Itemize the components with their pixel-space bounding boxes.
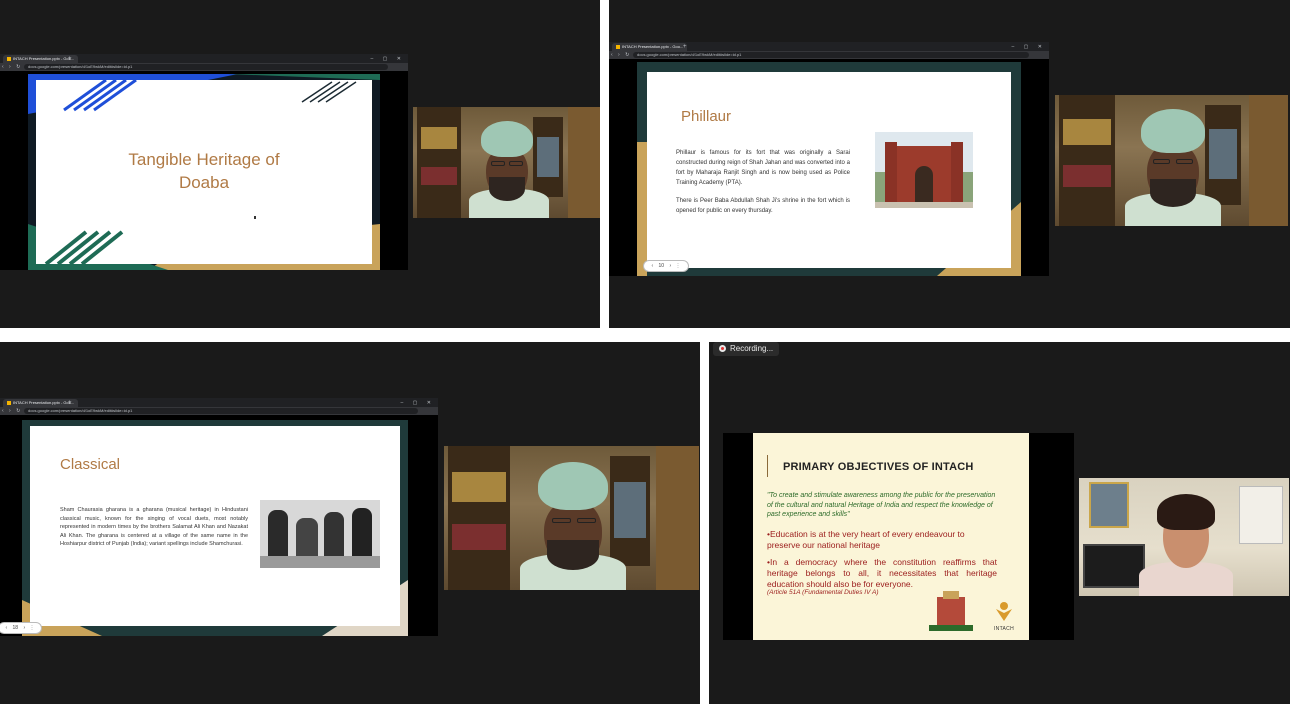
url-field[interactable]: docs.google.com/presentation/d/1oE9wkM/e… xyxy=(24,408,418,414)
next-slide-icon[interactable]: › xyxy=(23,625,25,631)
slide-heading: Classical xyxy=(60,456,121,473)
browser-tab[interactable]: INTACH Presentation.pptx - Goo... xyxy=(3,55,79,63)
intach-figure-icon xyxy=(996,602,1012,621)
window-controls[interactable]: – ▢ ✕ xyxy=(401,399,435,407)
address-bar: ‹ › ↻ docs.google.com/presentation/d/1oE… xyxy=(0,407,438,415)
webcam-video-speaker-2 xyxy=(1079,478,1289,596)
more-options-icon[interactable]: ⋮ xyxy=(676,263,681,269)
slide-number: 10 xyxy=(658,263,665,269)
more-options-icon[interactable]: ⋮ xyxy=(30,625,35,631)
next-slide-icon[interactable]: › xyxy=(669,263,671,269)
panel-top-left: INTACH Presentation.pptx - Goo... + – ▢ … xyxy=(0,0,600,328)
address-bar: ‹ › ↻ docs.google.com/presentation/d/1oE… xyxy=(0,63,408,71)
slides-favicon-icon xyxy=(616,44,620,49)
wall-poster xyxy=(1239,486,1283,544)
browser-tab[interactable]: INTACH Presentation.pptx - Goo... xyxy=(3,399,79,407)
fort-gate-image xyxy=(875,132,973,208)
webcam-video-speaker xyxy=(413,107,600,218)
nav-arrows-icon[interactable]: ‹ › ↻ xyxy=(2,63,22,71)
slide-navigation-controls[interactable]: ‹ 10 › ⋮ xyxy=(643,260,689,272)
slide-heading: Phillaur xyxy=(681,108,732,125)
slide-canvas: Classical Sham Chaurasia gharana is a gh… xyxy=(30,426,400,626)
prev-slide-icon[interactable]: ‹ xyxy=(5,625,7,631)
webcam-video-speaker xyxy=(444,446,699,590)
hair xyxy=(1157,494,1215,530)
cursor-icon xyxy=(254,216,256,219)
slide-bullet-1: •Education is at the very heart of every… xyxy=(767,529,965,550)
slide-paragraph-1: Phillaur is famous for its fort that was… xyxy=(676,150,850,186)
slide-paragraph: Sham Chaurasia gharana is a gharana (mus… xyxy=(60,507,248,547)
new-tab-icon[interactable]: + xyxy=(683,43,687,51)
slide-canvas: Tangible Heritage of Doaba xyxy=(36,80,372,264)
turban xyxy=(538,462,608,510)
turban xyxy=(481,121,533,157)
tab-bar: INTACH Presentation.pptx - Goo... + – ▢ … xyxy=(0,54,408,63)
window-controls[interactable]: – ▢ ✕ xyxy=(1012,43,1046,51)
slide-classical: Classical Sham Chaurasia gharana is a gh… xyxy=(22,420,408,636)
shared-slide-area: PRIMARY OBJECTIVES OF INTACH "To create … xyxy=(723,433,1074,640)
panel-bottom-left: INTACH Presentation.pptx - Goo... + – ▢ … xyxy=(0,342,700,704)
recording-indicator[interactable]: Recording... xyxy=(713,342,780,356)
slide-paragraph-2: There is Peer Baba Abdullah Shah Ji's sh… xyxy=(676,198,850,214)
intach-logo-text: INTACH xyxy=(993,626,1015,632)
heading-rule xyxy=(767,455,768,477)
browser-window: INTACH Presentation.pptx - Goo... + – ▢ … xyxy=(0,398,438,636)
tab-bar: INTACH Presentation.pptx - Goo... + – ▢ … xyxy=(0,398,438,407)
browser-window: INTACH Presentation.pptx - Goo... + – ▢ … xyxy=(0,54,408,270)
slide-number: 18 xyxy=(12,625,19,631)
slide-intach-objectives: PRIMARY OBJECTIVES OF INTACH "To create … xyxy=(753,433,1029,640)
prev-slide-icon[interactable]: ‹ xyxy=(651,263,653,269)
tv-screen xyxy=(1083,544,1145,588)
wall-painting xyxy=(1089,482,1129,528)
musicians-bw-photo xyxy=(260,500,380,568)
address-bar: ‹ › ↻ docs.google.com/presentation/d/1oE… xyxy=(609,51,1049,59)
browser-window: INTACH Presentation.pptx - Goo... + – ▢ … xyxy=(609,42,1049,276)
webcam-video-speaker xyxy=(1055,95,1288,226)
url-field[interactable]: docs.google.com/presentation/d/1oE9wkM/e… xyxy=(24,64,388,70)
monument-illustration xyxy=(929,591,973,631)
nav-arrows-icon[interactable]: ‹ › ↻ xyxy=(2,407,22,415)
panel-bottom-right: Recording... PRIMARY OBJECTIVES OF INTAC… xyxy=(709,342,1290,704)
tab-title: INTACH Presentation.pptx - Goo... xyxy=(13,400,75,405)
slide-heading: PRIMARY OBJECTIVES OF INTACH xyxy=(783,461,974,473)
recording-label: Recording... xyxy=(730,344,774,353)
turban xyxy=(1141,109,1205,153)
slide-title-text: Tangible Heritage of Doaba xyxy=(128,150,280,192)
tab-bar: INTACH Presentation.pptx - Goo... + – ▢ … xyxy=(609,42,1049,51)
slide-bullet-2: •In a democracy where the constitution r… xyxy=(767,557,997,589)
recording-dot-icon xyxy=(719,345,726,353)
browser-tab[interactable]: INTACH Presentation.pptx - Goo... xyxy=(612,43,688,51)
nav-arrows-icon[interactable]: ‹ › ↻ xyxy=(611,51,631,59)
new-tab-icon[interactable]: + xyxy=(68,399,72,407)
intach-logo: INTACH xyxy=(989,601,1019,633)
new-tab-icon[interactable]: + xyxy=(68,55,72,63)
tab-title: INTACH Presentation.pptx - Goo... xyxy=(622,44,684,49)
slide-phillaur: Phillaur Phillaur is famous for its fort… xyxy=(637,62,1021,276)
slide-title: Tangible Heritage of Doaba xyxy=(28,74,380,270)
panel-top-right: INTACH Presentation.pptx - Goo... + – ▢ … xyxy=(609,0,1290,328)
slide-navigation-controls[interactable]: ‹ 18 › ⋮ xyxy=(0,622,42,634)
url-field[interactable]: docs.google.com/presentation/d/1oE9wkM/e… xyxy=(633,52,1029,58)
slide-quote: "To create and stimulate awareness among… xyxy=(767,492,996,518)
window-controls[interactable]: – ▢ ✕ xyxy=(371,55,405,63)
slides-favicon-icon xyxy=(7,56,11,61)
slide-canvas: Phillaur Phillaur is famous for its fort… xyxy=(647,72,1011,268)
slides-favicon-icon xyxy=(7,400,11,405)
tab-title: INTACH Presentation.pptx - Goo... xyxy=(13,56,75,61)
